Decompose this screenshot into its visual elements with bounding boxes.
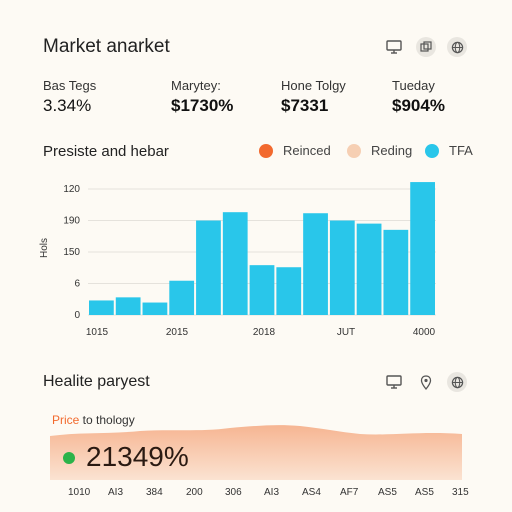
x-tick: 384 [146,487,163,498]
x-tick-label: 2018 [253,327,276,338]
x-tick: 306 [225,487,242,498]
x-tick-label: 4000 [413,327,436,338]
legend-label: Reinced [283,143,331,158]
x-tick: 200 [186,487,203,498]
stat-label: Hone Tolgy [281,78,346,93]
bar [276,267,302,315]
x-axis-ticks: 1015 2015 2018 JUT 4000 [86,327,436,338]
stat-label: Tueday [392,78,435,93]
x-tick-label: JUT [337,327,355,338]
legend-label: Reding [371,143,413,158]
copy-icon[interactable] [416,37,436,57]
y-tick-label: 150 [63,247,80,258]
y-tick-label: 0 [74,310,80,321]
price-big-value: 21349% [86,441,189,472]
monitor-icon[interactable] [384,372,404,392]
bar-chart: 120 190 150 6 0 1015 2015 2018 JUT 4000 Hols [39,182,436,338]
legend-item-reding[interactable]: Reding [347,143,412,158]
health-section-title: Healite paryest [43,373,150,390]
y-tick-label: 190 [63,216,80,227]
x-tick: AI3 [264,487,280,498]
bar [249,265,275,315]
chart-section-title: Presiste and hebar [43,143,169,160]
y-axis-ticks: 120 190 150 6 0 [63,184,80,321]
price-label-accent: Price [52,413,80,427]
bar [89,300,114,315]
stat-value: $904% [392,96,445,115]
y-tick-label: 120 [63,184,80,195]
x-tick: AF7 [340,487,359,498]
price-label-rest: to thology [79,413,135,427]
stat-value: $1730% [171,96,234,115]
bar [356,223,382,315]
globe-icon[interactable] [447,37,467,57]
stat-label: Bas Tegs [43,78,97,93]
legend-label: TFA [449,143,473,158]
y-axis-label: Hols [39,238,50,258]
y-tick-label: 6 [74,279,80,290]
legend-item-tfa[interactable]: TFA [425,143,473,158]
stat-value: $7331 [281,96,329,115]
legend-swatch [259,143,273,158]
stat-value: 3.34% [43,96,92,115]
globe-icon[interactable] [447,372,467,392]
chart-bars [89,182,435,315]
bar [196,220,221,315]
bar [410,182,435,315]
bar [222,212,248,315]
bar [329,220,355,315]
legend-item-reinced[interactable]: Reinced [259,143,331,158]
bar [169,280,195,315]
x-tick-label: 1015 [86,327,109,338]
x-tick: 1010 [68,487,91,498]
x-tick-label: 2015 [166,327,189,338]
legend-swatch [425,143,439,158]
pin-icon[interactable] [416,372,436,392]
bar [115,297,141,315]
status-dot-icon [63,452,75,464]
price-label: Price to thology [52,413,135,427]
legend-swatch [347,143,361,158]
x-tick: 315 [452,487,469,498]
bar [303,213,328,315]
stat-label: Marytey: [171,78,221,93]
x-tick: AI3 [108,487,124,498]
monitor-icon[interactable] [384,37,404,57]
bar [142,302,168,315]
x-tick: AS5 [378,487,397,498]
x-tick: AS4 [302,487,321,498]
x-tick: AS5 [415,487,434,498]
page-title: Market anarket [43,36,170,57]
bar [383,229,409,315]
